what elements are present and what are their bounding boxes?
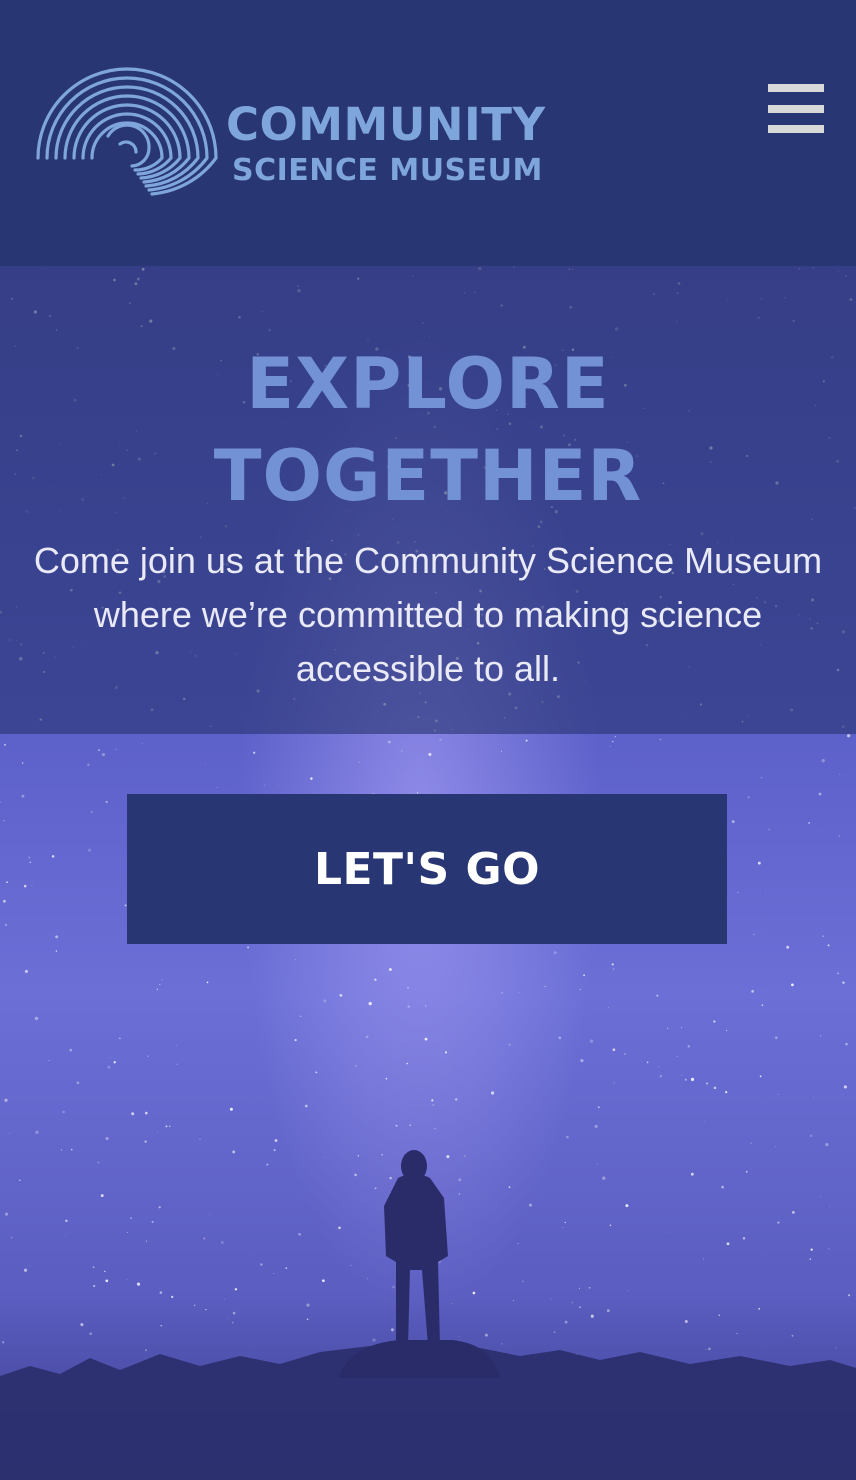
person-silhouette xyxy=(384,1150,448,1346)
hero-description: Come join us at the Community Science Mu… xyxy=(33,540,823,689)
hero-section: EXPLORE TOGETHER Come join us at the Com… xyxy=(0,266,856,1480)
hero-title-line-1: EXPLORE xyxy=(246,343,610,425)
hamburger-menu-icon[interactable] xyxy=(764,82,828,136)
logo-arcs-icon xyxy=(36,67,218,196)
hero-title-line-2: TOGETHER xyxy=(213,435,643,517)
lets-go-button[interactable]: LET'S GO xyxy=(127,794,727,944)
hero-title: EXPLORE TOGETHER xyxy=(0,338,856,522)
hero-text-overlay: EXPLORE TOGETHER Come join us at the Com… xyxy=(0,266,856,734)
site-header: COMMUNITY SCIENCE MUSEUM xyxy=(0,0,856,266)
logo-text-science-museum: SCIENCE MUSEUM xyxy=(232,153,543,188)
logo-text-community: COMMUNITY xyxy=(226,98,546,151)
site-logo[interactable]: COMMUNITY SCIENCE MUSEUM xyxy=(34,66,554,206)
